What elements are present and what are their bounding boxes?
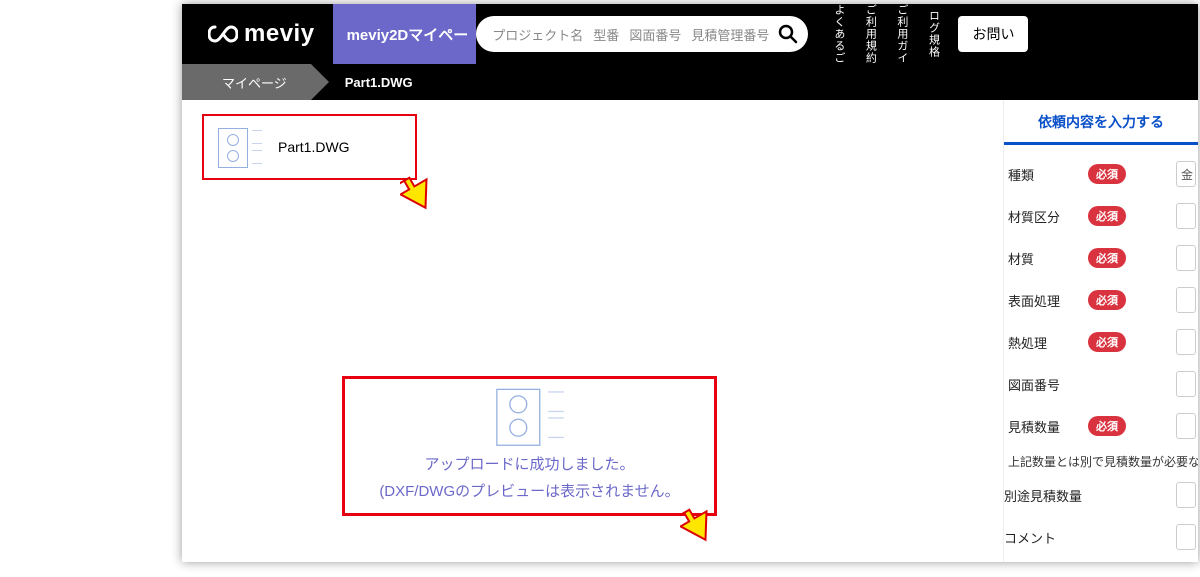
form-input-4[interactable]: [1176, 329, 1196, 355]
form-label: 熱処理: [1008, 333, 1078, 352]
logo[interactable]: meviy: [182, 4, 333, 64]
annotation-arrow-icon: [400, 174, 434, 212]
form-input-6[interactable]: [1176, 413, 1196, 439]
top-link-1[interactable]: ご利用規約: [854, 4, 886, 64]
search-placeholder-group: プロジェクト名 型番 図面番号 見積管理番号: [492, 25, 774, 44]
required-badge: 必須: [1088, 206, 1126, 226]
top-link-0[interactable]: よくあるご: [822, 4, 854, 64]
form-rows: 種類必須金材質区分必須材質必須表面処理必須熱処理必須図面番号見積数量必須: [1004, 145, 1198, 447]
search-icon[interactable]: [778, 24, 798, 44]
form-input-3[interactable]: [1176, 287, 1196, 313]
form-row-1: 材質区分必須: [1008, 195, 1198, 237]
form-row-3: 表面処理必須: [1008, 279, 1198, 321]
nav-tab-mypage[interactable]: meviy2Dマイペー: [333, 4, 477, 64]
form-input-0[interactable]: 金: [1176, 161, 1196, 187]
form-row-4: 熱処理必須: [1008, 321, 1198, 363]
breadcrumb: マイページ Part1.DWG: [182, 64, 1198, 100]
drawing-icon: [491, 384, 569, 449]
form-row-comment: コメント: [1004, 516, 1198, 558]
required-badge: 必須: [1088, 248, 1126, 268]
upload-msg-line1: アップロードに成功しました。: [424, 453, 634, 474]
panel-tab-request[interactable]: 依頼内容を入力する: [1004, 100, 1198, 145]
form-label: 見積数量: [1008, 417, 1078, 436]
form-input-2[interactable]: [1176, 245, 1196, 271]
upload-msg-line2: (DXF/DWGのプレビューは表示されません。: [379, 480, 679, 501]
top-bar: meviy meviy2Dマイペー プロジェクト名 型番 図面番号 見積管理番号: [182, 4, 1198, 64]
form-row-5: 図面番号: [1008, 363, 1198, 405]
extra-qty-input[interactable]: [1176, 482, 1196, 508]
request-form-panel: 依頼内容を入力する 種類必須金材質区分必須材質必須表面処理必須熱処理必須図面番号…: [1003, 100, 1198, 562]
form-row-extra-qty: 別途見積数量: [1004, 474, 1198, 516]
form-row-2: 材質必須: [1008, 237, 1198, 279]
required-badge: 必須: [1088, 416, 1126, 436]
breadcrumb-current: Part1.DWG: [311, 64, 437, 100]
form-row-0: 種類必須 金: [1008, 153, 1198, 195]
infinity-icon: [208, 25, 238, 43]
upload-success-message: アップロードに成功しました。 (DXF/DWGのプレビューは表示されません。: [342, 376, 717, 516]
required-badge: 必須: [1088, 290, 1126, 310]
qty-note: 上記数量とは別で見積数量が必要な: [1004, 447, 1198, 474]
annotation-arrow-icon: [680, 506, 714, 544]
drawing-icon: [214, 124, 262, 170]
top-links: よくあるご ご利用規約 ご利用ガイ ログ規格: [822, 4, 948, 64]
uploaded-file-card[interactable]: Part1.DWG: [202, 114, 417, 180]
form-label: 種類: [1008, 165, 1078, 184]
logo-text: meviy: [244, 20, 315, 48]
contact-button[interactable]: お問い: [958, 16, 1028, 52]
form-label: 図面番号: [1008, 375, 1078, 394]
comment-input[interactable]: [1176, 524, 1196, 550]
file-name: Part1.DWG: [278, 139, 350, 155]
top-link-2[interactable]: ご利用ガイ: [885, 4, 917, 64]
form-label: 材質区分: [1008, 207, 1078, 226]
form-input-5[interactable]: [1176, 371, 1196, 397]
required-badge: 必須: [1088, 332, 1126, 352]
form-label: 表面処理: [1008, 291, 1078, 310]
form-label: 材質: [1008, 249, 1078, 268]
form-input-1[interactable]: [1176, 203, 1196, 229]
required-badge: 必須: [1088, 164, 1126, 184]
top-link-3[interactable]: ログ規格: [917, 4, 949, 64]
search-bar[interactable]: プロジェクト名 型番 図面番号 見積管理番号: [476, 16, 808, 52]
form-row-6: 見積数量必須: [1008, 405, 1198, 447]
breadcrumb-mypage[interactable]: マイページ: [182, 64, 311, 100]
